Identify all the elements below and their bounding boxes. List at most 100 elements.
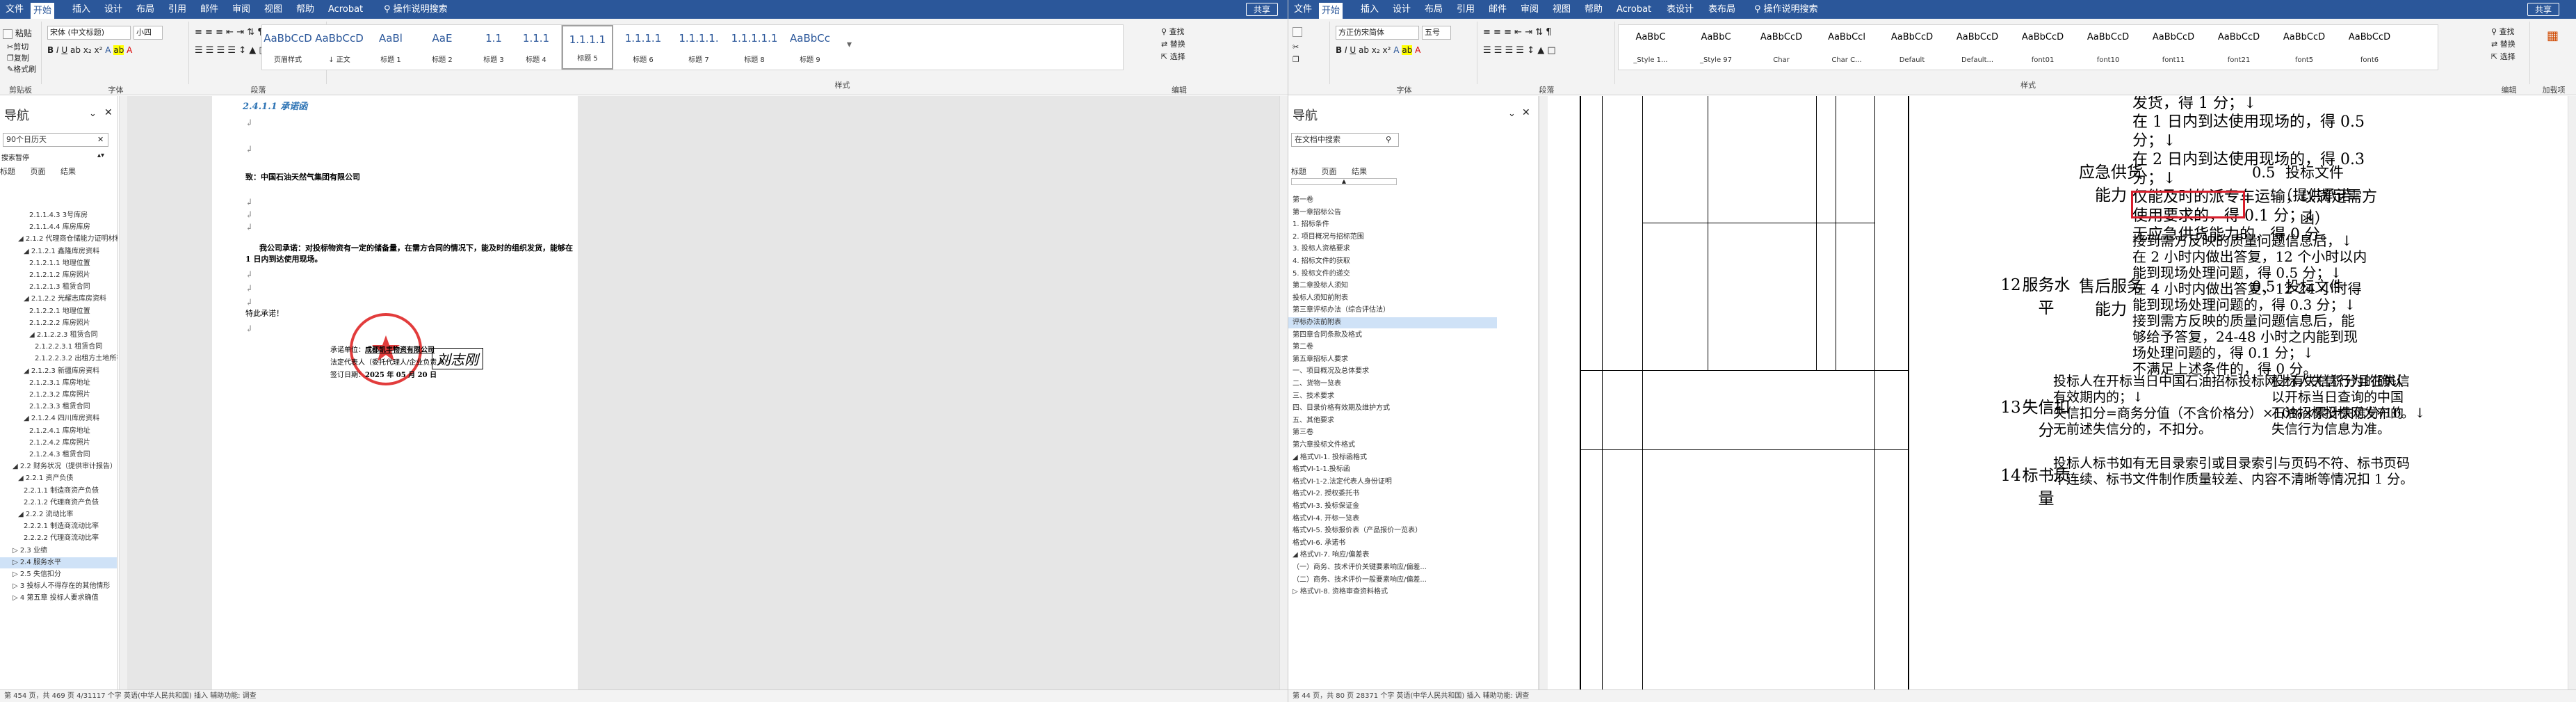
nav-heading-item[interactable]: 第二章投标人须知 <box>1293 280 1348 292</box>
nav-heading-item[interactable]: 2.1.2.2.2 库房照片 <box>13 318 90 329</box>
nav-heading-item[interactable]: 五、其他要求 <box>1293 415 1334 426</box>
nav-collapse-all-icon[interactable]: ▲ <box>1291 178 1397 185</box>
font-color-icon[interactable]: A <box>127 45 132 55</box>
italic-icon[interactable]: I <box>1345 45 1347 55</box>
nav-heading-item[interactable]: 5. 投标文件的递交 <box>1293 269 1350 280</box>
tab-view[interactable]: 视图 <box>261 0 285 19</box>
share-button[interactable]: 共享 <box>1246 3 1279 16</box>
font-name-select[interactable]: 宋体 (中文标题) <box>47 26 131 40</box>
tab-help[interactable]: 帮助 <box>1582 0 1605 19</box>
select-button[interactable]: ⇱ 选择 <box>2491 51 2516 62</box>
nav-heading-item[interactable]: ▷ 2.3 业绩 <box>13 545 47 557</box>
result-nav-arrows-icon[interactable]: ▴▾ <box>97 152 104 159</box>
nav-heading-item[interactable]: 2.2.2.2 代理商流动比率 <box>13 533 99 544</box>
tell-me-search[interactable]: ⚲ 操作说明搜索 <box>381 0 451 19</box>
style-item[interactable]: 1.1.1.1 标题 6 <box>617 25 669 70</box>
decrease-indent-icon[interactable]: ⇤ <box>226 27 234 38</box>
align-left-icon[interactable]: ☰ <box>1483 45 1491 56</box>
line-spacing-icon[interactable]: ↕ <box>1527 45 1534 56</box>
text-effects-icon[interactable]: A <box>1393 45 1399 55</box>
nav-heading-item[interactable]: 格式VI-1-1.投标函 <box>1293 464 1350 475</box>
decrease-indent-icon[interactable]: ⇤ <box>1514 27 1522 38</box>
style-item[interactable]: AaBbCcD Default... <box>1945 25 2009 70</box>
tab-acrobat[interactable]: Acrobat <box>325 0 366 19</box>
search-clear-icon[interactable]: ✕ <box>97 135 104 144</box>
nav-heading-item[interactable]: 第四章合同条款及格式 <box>1293 330 1362 341</box>
font-name-select[interactable]: 方正仿宋简体 <box>1336 26 1419 40</box>
sort-icon[interactable]: ⇅ <box>247 27 254 38</box>
style-item[interactable]: 1.1.1.1.1 标题 8 <box>729 25 780 70</box>
style-item[interactable]: AaBbCcD ↓ 正文 <box>314 25 365 70</box>
nav-heading-item[interactable]: 格式VI-6. 承诺书 <box>1293 538 1345 549</box>
bullets-icon[interactable]: ≡ <box>195 27 202 38</box>
multilevel-icon[interactable]: ≡ <box>1504 27 1512 38</box>
nav-heading-item[interactable]: ◢ 2.2.2 流动比率 <box>13 509 74 520</box>
nav-heading-item[interactable]: 2.2.2.1 制造商流动比率 <box>13 521 99 532</box>
align-right-icon[interactable]: ☰ <box>217 45 225 56</box>
copy-button[interactable]: ❐ <box>1293 55 1299 64</box>
nav-search-input[interactable]: 在文档中搜索 <box>1291 133 1399 147</box>
paste-button[interactable]: 粘贴 <box>3 27 32 39</box>
tab-review[interactable]: 审阅 <box>229 0 253 19</box>
document-scrollbar[interactable] <box>2568 96 2576 689</box>
nav-heading-item[interactable]: 2.1.2.2.3.1 租赁合同 <box>13 342 102 353</box>
tab-table-layout[interactable]: 表布局 <box>1706 0 1738 19</box>
style-item[interactable]: AaBbCcD Default <box>1880 25 1944 70</box>
tab-mailings[interactable]: 邮件 <box>1486 0 1509 19</box>
nav-heading-item[interactable]: 格式VI-2. 授权委托书 <box>1293 488 1359 500</box>
nav-close-icon[interactable]: ✕ <box>104 107 113 118</box>
highlight-icon[interactable]: ab <box>113 45 124 55</box>
shading-icon[interactable]: ▲ <box>1537 45 1544 56</box>
style-item[interactable]: AaE 标题 2 <box>416 25 468 70</box>
nav-heading-item[interactable]: 2.1.2.4.2 库房照片 <box>13 438 90 449</box>
font-size-select[interactable]: 五号 <box>1422 26 1451 40</box>
tell-me-search[interactable]: ⚲ 操作说明搜索 <box>1751 0 1821 19</box>
nav-options-icon[interactable]: ⌄ <box>1508 109 1516 119</box>
cut-button[interactable]: ✂剪切 <box>7 41 29 52</box>
nav-close-icon[interactable]: ✕ <box>1522 107 1530 118</box>
subscript-icon[interactable]: x₂ <box>83 45 92 55</box>
nav-heading-item[interactable]: ◢ 2.2.1 资产负债 <box>13 473 74 484</box>
numbering-icon[interactable]: ≡ <box>205 27 213 38</box>
tab-home[interactable]: 开始 <box>1319 3 1343 19</box>
nav-heading-item[interactable]: 二、货物一览表 <box>1293 378 1341 390</box>
underline-icon[interactable]: U <box>61 45 67 55</box>
nav-heading-item[interactable]: 2.2.1.1 制造商资产负债 <box>13 486 99 497</box>
nav-heading-item[interactable]: 第三卷 <box>1293 427 1313 438</box>
nav-heading-item[interactable]: 2.1.2.3.3 租赁合同 <box>13 401 90 413</box>
align-buttons[interactable]: ☰ ☰ ☰ ☰ ↕ ▲ □ <box>1483 45 1556 56</box>
nav-search-input[interactable]: 90个日历天 <box>3 133 108 147</box>
justify-icon[interactable]: ☰ <box>1516 45 1524 56</box>
nav-heading-item[interactable]: 2.1.2.3.1 库房地址 <box>13 378 90 389</box>
superscript-icon[interactable]: x² <box>95 45 103 55</box>
nav-tab-results[interactable]: 结果 <box>1352 167 1367 176</box>
nav-heading-item[interactable]: 格式VI-4. 开标一览表 <box>1293 513 1359 525</box>
tab-mailings[interactable]: 邮件 <box>197 0 221 19</box>
nav-heading-item[interactable]: （二）商务、技术评价一般要素响应/偏差... <box>1293 575 1427 586</box>
nav-tab-headings[interactable]: 标题 <box>0 167 15 176</box>
replace-button[interactable]: ⇄ 替换 <box>2491 38 2516 49</box>
nav-heading-item[interactable]: ◢ 2.1.2.2 光耀志库房资料 <box>13 294 106 305</box>
align-center-icon[interactable]: ☰ <box>206 45 214 56</box>
nav-tab-results[interactable]: 结果 <box>60 167 76 176</box>
underline-icon[interactable]: U <box>1350 45 1356 55</box>
nav-tab-headings[interactable]: 标题 <box>1291 167 1306 176</box>
nav-scrollbar[interactable] <box>1539 96 1548 689</box>
style-item[interactable]: AaBbCcD font6 <box>2338 25 2401 70</box>
tab-file[interactable]: 文件 <box>1291 0 1315 19</box>
addin-icon[interactable]: ▦ <box>2547 29 2559 43</box>
nav-heading-item[interactable]: 2.1.2.1.3 租赁合同 <box>13 282 90 293</box>
tab-insert[interactable]: 插入 <box>1358 0 1382 19</box>
nav-heading-item[interactable]: （一）商务、技术评价关键要素响应/偏差... <box>1293 562 1427 573</box>
nav-heading-item[interactable]: 2.1.2.1.2 库房照片 <box>13 270 90 281</box>
font-color-icon[interactable]: A <box>1415 45 1420 55</box>
nav-heading-item[interactable]: 2. 项目概况与招标范围 <box>1293 232 1364 243</box>
nav-tab-pages[interactable]: 页面 <box>1322 167 1337 176</box>
align-center-icon[interactable]: ☰ <box>1494 45 1502 56</box>
tab-references[interactable]: 引用 <box>1454 0 1477 19</box>
line-spacing-icon[interactable]: ↕ <box>238 45 246 56</box>
strikethrough-icon[interactable]: ab <box>1359 45 1369 55</box>
style-item[interactable]: AaBbC _Style 97 <box>1684 25 1748 70</box>
tab-review[interactable]: 审阅 <box>1518 0 1541 19</box>
style-item[interactable]: AaBbCcD font21 <box>2207 25 2271 70</box>
